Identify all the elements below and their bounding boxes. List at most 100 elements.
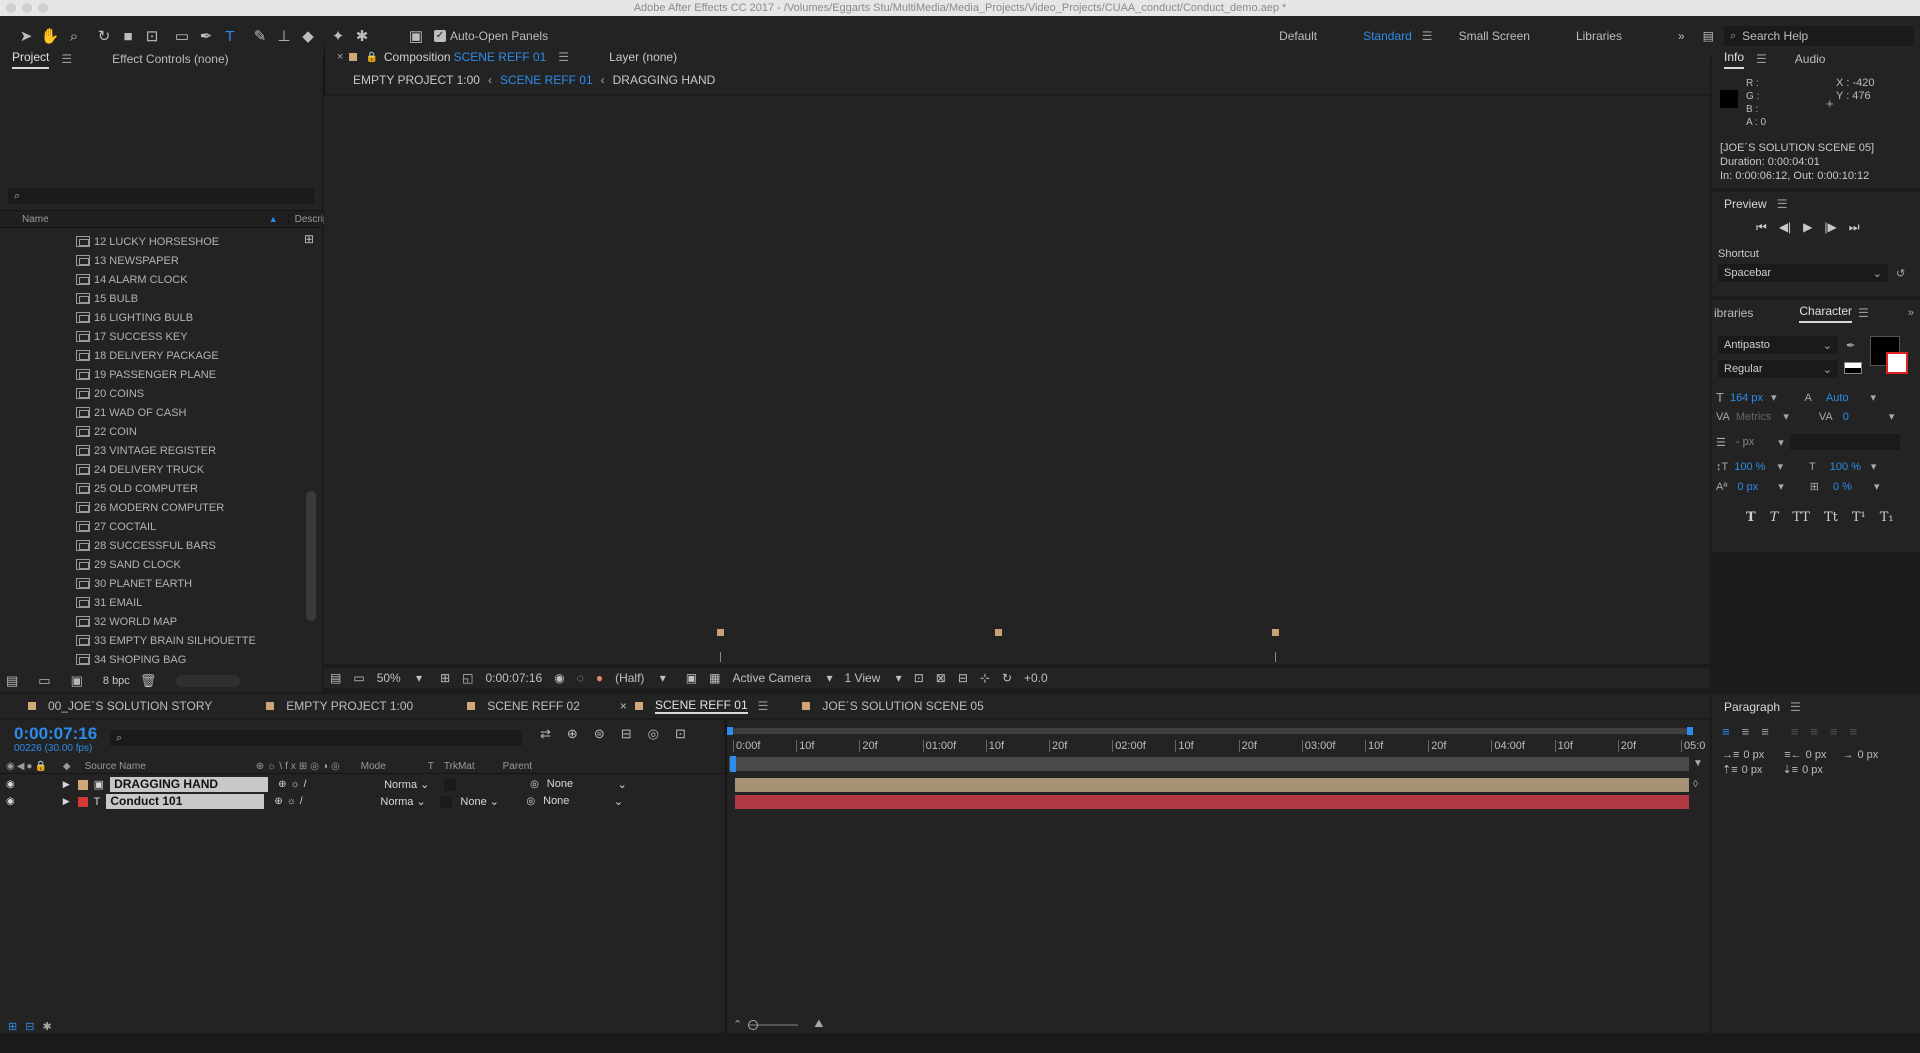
chevron-down-icon[interactable]: ▾ [1778, 436, 1784, 449]
work-area-start[interactable] [727, 727, 733, 735]
project-item[interactable]: 25 OLD COMPUTER [0, 479, 304, 498]
breadcrumb-scene-reff-01[interactable]: SCENE REFF 01 [500, 73, 593, 87]
project-item[interactable]: 18 DELIVERY PACKAGE [0, 346, 304, 365]
col-parent[interactable]: Parent [503, 761, 532, 772]
project-item[interactable]: 19 PASSENGER PLANE [0, 365, 304, 384]
justify-center-icon[interactable]: ≡ [1810, 724, 1818, 739]
layer-switches[interactable]: ⊕☼/ [278, 779, 382, 790]
col-source-name[interactable]: Source Name [85, 761, 146, 772]
current-time-display[interactable]: 0:00:07:16 [14, 724, 97, 744]
subscript-button[interactable]: T₁ [1880, 510, 1894, 525]
workspace-libraries[interactable]: Libraries [1576, 29, 1622, 43]
character-menu-icon[interactable]: ☰ [1858, 306, 1869, 320]
project-item[interactable]: 22 COIN [0, 422, 304, 441]
pickwhip-icon[interactable]: ◎ [526, 796, 535, 807]
chevron-down-icon[interactable]: ▾ [1874, 480, 1880, 493]
vertical-scale-value[interactable]: 100 % [1734, 461, 1765, 473]
project-item[interactable]: 17 SUCCESS KEY [0, 327, 304, 346]
layer-switches[interactable]: ⊕☼/ [274, 796, 378, 807]
project-scrollbar[interactable] [306, 491, 316, 621]
brush-tool-icon[interactable]: ✎ [248, 24, 272, 48]
pan-behind-tool-icon[interactable]: ⊡ [140, 24, 164, 48]
align-left-icon[interactable]: ≡ [1722, 724, 1730, 739]
small-caps-button[interactable]: Tt [1824, 510, 1838, 525]
tab-empty-project[interactable]: EMPTY PROJECT 1:00 [286, 699, 413, 713]
new-composition-icon[interactable]: ▣ [71, 673, 83, 689]
baseline-shift-value[interactable]: 0 px [1737, 481, 1758, 493]
transparency-grid-icon[interactable]: ▦ [709, 671, 720, 685]
keyframe-marker[interactable] [995, 629, 1002, 636]
selection-tool-icon[interactable]: ➤ [14, 24, 38, 48]
thumbnail-zoom-slider[interactable] [176, 675, 241, 687]
project-item[interactable]: 31 EMAIL [0, 593, 304, 612]
layer-switches-toggle-icon[interactable]: ⊞ [8, 1020, 17, 1033]
timeline-search-input[interactable]: ⌕ [110, 730, 522, 746]
more-panels-icon[interactable]: » [1908, 307, 1914, 319]
indent-left-value[interactable]: 0 px [1743, 749, 1764, 761]
view-layout-dropdown[interactable]: 1 View ▾ [845, 671, 902, 685]
eye-icon[interactable]: ◉ [6, 779, 15, 790]
shortcut-dropdown[interactable]: Spacebar ⌄ [1718, 264, 1888, 282]
timeline-icon[interactable]: ⊟ [958, 671, 968, 685]
workspace-small-screen[interactable]: Small Screen [1459, 29, 1530, 43]
font-family-dropdown[interactable]: Antipasto ⌄ [1718, 336, 1838, 354]
zoom-in-icon[interactable]: ⛰ [814, 1018, 823, 1031]
close-tab-icon[interactable]: × [337, 51, 343, 63]
justify-left-icon[interactable]: ≡ [1791, 724, 1799, 739]
tab-effect-controls[interactable]: Effect Controls (none) [112, 52, 229, 66]
project-item[interactable]: 30 PLANET EARTH [0, 574, 304, 593]
camera-tool-icon[interactable]: ■ [116, 24, 140, 48]
project-item[interactable]: 15 BULB [0, 289, 304, 308]
rotate-tool-icon[interactable]: ↻ [92, 24, 116, 48]
tab-joes-solution-scene-05[interactable]: JOE´S SOLUTION SCENE 05 [822, 699, 983, 713]
previous-frame-icon[interactable]: ◀| [1779, 220, 1791, 234]
project-item[interactable]: 27 COCTAIL [0, 517, 304, 536]
snapshot-icon[interactable]: ◉ [554, 671, 564, 685]
auto-open-panels[interactable]: ✓ Auto-Open Panels [434, 29, 548, 43]
safe-zones-icon[interactable]: ⊞ [440, 671, 450, 685]
sort-asc-icon[interactable]: ▲ [269, 214, 278, 224]
info-menu-icon[interactable]: ☰ [1756, 52, 1767, 66]
eraser-tool-icon[interactable]: ◆ [296, 24, 320, 48]
project-item[interactable]: 20 COINS [0, 384, 304, 403]
frame-blending-icon[interactable]: ⊟ [621, 726, 632, 742]
project-item[interactable]: 16 LIGHTING BULB [0, 308, 304, 327]
chevron-down-icon[interactable]: ▾ [1871, 391, 1877, 404]
justify-all-icon[interactable]: ≡ [1850, 724, 1858, 739]
eye-icon[interactable]: ◉ [6, 796, 15, 807]
tab-character[interactable]: Character [1799, 304, 1853, 323]
show-snapshot-icon[interactable]: ◌ [577, 671, 584, 685]
workspace-toggle-icon[interactable]: ▣ [404, 24, 428, 48]
composition-tab-prefix[interactable]: Composition [384, 50, 451, 64]
zoom-tool-icon[interactable]: ⌕ [62, 24, 86, 48]
snap-icon[interactable]: ◊ [1693, 779, 1698, 790]
tab-scene-reff-02[interactable]: SCENE REFF 02 [487, 699, 580, 713]
align-right-icon[interactable]: ≡ [1761, 724, 1769, 739]
layer-bar-dragging-hand[interactable] [735, 778, 1689, 792]
breadcrumb-dragging-hand[interactable]: DRAGGING HAND [613, 73, 716, 87]
reset-exposure-icon[interactable]: ↻ [1002, 671, 1012, 685]
preview-menu-icon[interactable]: ☰ [1777, 197, 1788, 211]
tab-info[interactable]: Info [1724, 50, 1745, 69]
project-item[interactable]: 14 ALARM CLOCK [0, 270, 304, 289]
workspace-menu-icon[interactable]: ☰ [1422, 29, 1433, 43]
zoom-window-button[interactable] [38, 3, 48, 13]
justify-right-icon[interactable]: ≡ [1830, 724, 1838, 739]
indent-first-value[interactable]: 0 px [1857, 749, 1878, 761]
first-frame-icon[interactable]: ⏮ [1756, 220, 1767, 235]
flowchart-icon[interactable]: ⊹ [980, 671, 990, 685]
project-item[interactable]: 33 EMPTY BRAIN SILHOUETTE [0, 631, 304, 650]
next-frame-icon[interactable]: |▶ [1824, 220, 1836, 234]
workspace-standard[interactable]: Standard [1363, 29, 1412, 43]
tab-scene-reff-01[interactable]: SCENE REFF 01 [654, 698, 748, 714]
project-search-input[interactable]: ⌕ [8, 188, 314, 204]
trash-icon[interactable]: 🗑 [140, 673, 157, 689]
project-item[interactable]: 28 SUCCESSFUL BARS [0, 536, 304, 555]
col-name[interactable]: Name [22, 214, 49, 225]
parent-dropdown[interactable]: None ⌄ [543, 795, 627, 808]
project-item[interactable]: 29 SAND CLOCK [0, 555, 304, 574]
shy-layers-icon[interactable]: ⊜ [594, 726, 605, 742]
leading-value[interactable]: Auto [1826, 392, 1849, 404]
chevron-down-icon[interactable]: ▾ [1871, 460, 1877, 473]
bpc-button[interactable]: 8 bpc [103, 675, 130, 687]
